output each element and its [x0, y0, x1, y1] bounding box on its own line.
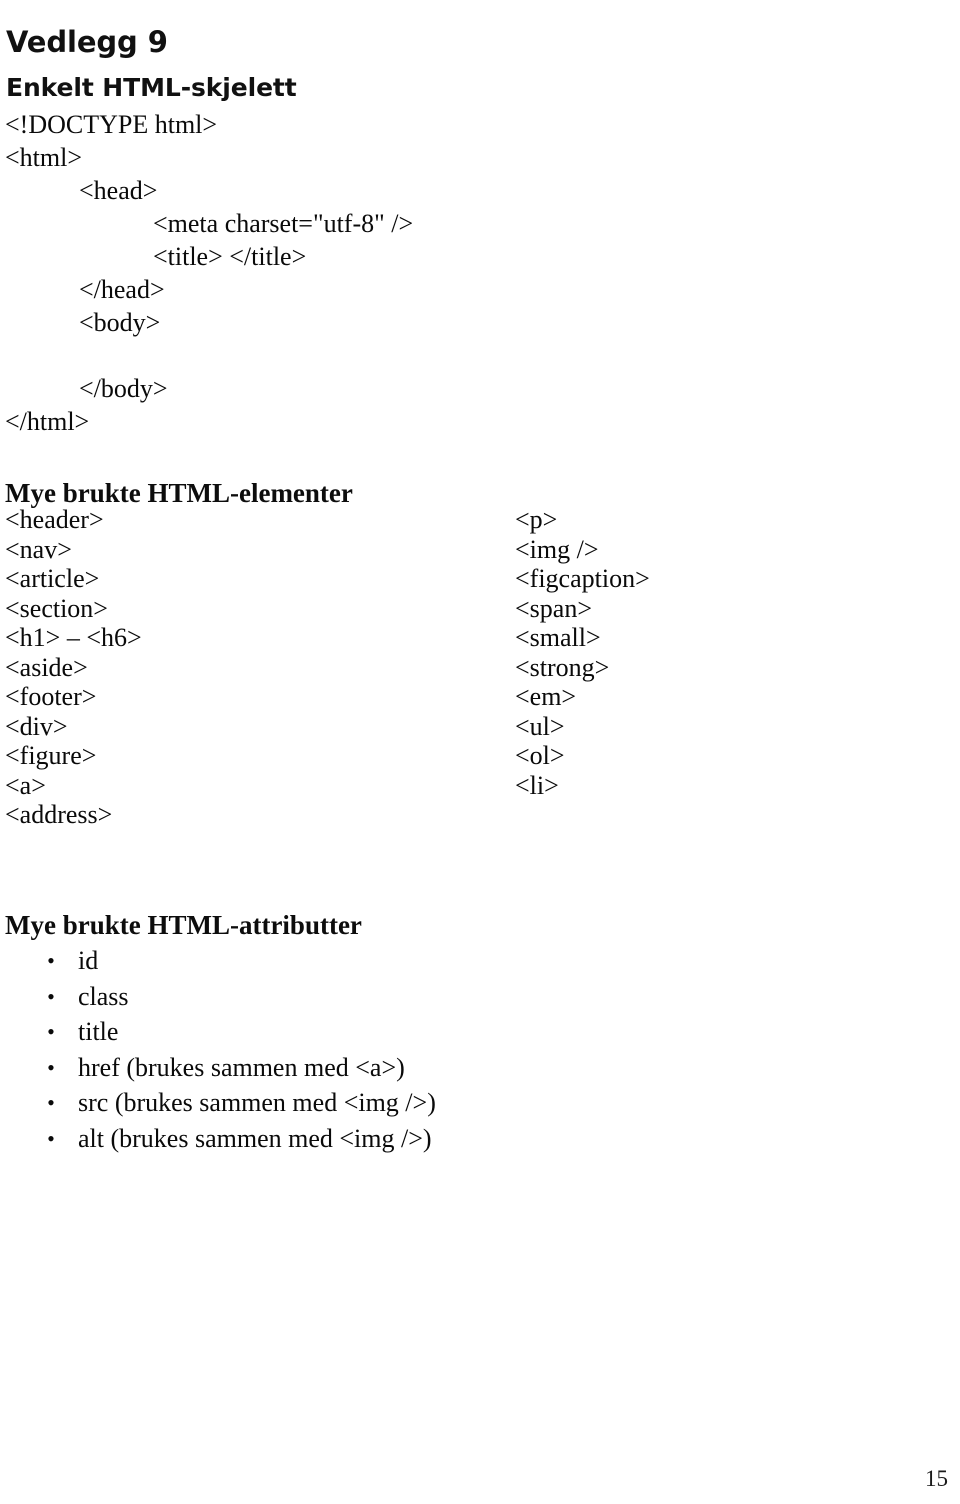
element-list-item: <em> [515, 682, 577, 711]
element-list-item: <ol> [515, 741, 565, 770]
section-heading-attributes: Mye brukte HTML-attributter [5, 910, 362, 941]
element-list-item: <aside> [5, 652, 88, 682]
list-item: • title [0, 1014, 700, 1050]
code-line: <meta charset="utf-8" /> [153, 209, 414, 238]
element-list-item: <div> [5, 711, 68, 741]
element-list-item: <img /> [515, 534, 599, 564]
elements-column-left: <header> <nav> <article> <section> <h1> – <h… [5, 505, 142, 830]
code-line: <title> </title> [153, 242, 307, 271]
bullet-icon: • [47, 1054, 55, 1080]
code-line: </body> [79, 374, 168, 403]
element-list-item: <figcaption> [515, 564, 650, 593]
code-line: </head> [79, 275, 165, 304]
element-list-item: <address> [5, 800, 113, 829]
element-list-item: <small> [515, 623, 601, 652]
element-list-item: <figure> [5, 741, 97, 770]
code-line: <!DOCTYPE html> [5, 110, 218, 139]
list-item-label: alt (brukes sammen med <img />) [78, 1123, 432, 1153]
element-list-item: <p> [515, 505, 558, 534]
code-line: <html> [5, 143, 82, 172]
document-page: Vedlegg 9 Enkelt HTML-skjelett <!DOCTYPE… [0, 0, 960, 1504]
list-item: • id [0, 943, 700, 979]
element-list-item: <footer> [5, 682, 97, 711]
list-item-label: src (brukes sammen med <img />) [78, 1088, 436, 1117]
list-item-label: id [78, 946, 99, 975]
list-item-label: class [78, 981, 129, 1011]
bullet-icon: • [47, 1090, 55, 1115]
element-list-item: <h1> – <h6> [5, 623, 142, 652]
list-item: • class [0, 979, 700, 1015]
bullet-icon: • [47, 948, 55, 973]
list-item: • href (brukes sammen med <a>) [0, 1050, 700, 1086]
element-list-item: <article> [5, 564, 100, 593]
list-item: • src (brukes sammen med <img />) [0, 1085, 700, 1121]
element-list-item: <nav> [5, 534, 72, 564]
html-attributes-list: • id • class • title • href (brukes sammen med … [0, 943, 700, 1156]
section-heading-skeleton: Enkelt HTML-skjelett [6, 72, 297, 102]
code-line: <body> [79, 308, 161, 337]
code-line: <head> [79, 176, 158, 205]
element-list-item: <section> [5, 593, 108, 623]
page-number: 15 [925, 1466, 948, 1491]
elements-column-right: <p> <img /> <figcaption> <span> <small> <stro… [515, 505, 650, 800]
element-list-item: <span> [515, 593, 592, 623]
code-line: </html> [5, 407, 90, 436]
element-list-item: <strong> [515, 652, 610, 682]
page-title: Vedlegg 9 [6, 25, 168, 60]
element-list-item: <li> [515, 770, 559, 800]
bullet-icon: • [47, 983, 55, 1009]
element-list-item: <header> [5, 505, 104, 534]
element-list-item: <ul> [515, 711, 565, 741]
list-item: • alt (brukes sammen med <img />) [0, 1121, 700, 1157]
bullet-icon: • [47, 1019, 55, 1044]
list-item-label: title [78, 1017, 119, 1046]
element-list-item: <a> [5, 770, 46, 800]
bullet-icon: • [47, 1125, 55, 1151]
list-item-label: href (brukes sammen med <a>) [78, 1052, 405, 1082]
html-skeleton-code-block: <!DOCTYPE html> <html> <head> <meta charset… [5, 108, 705, 438]
